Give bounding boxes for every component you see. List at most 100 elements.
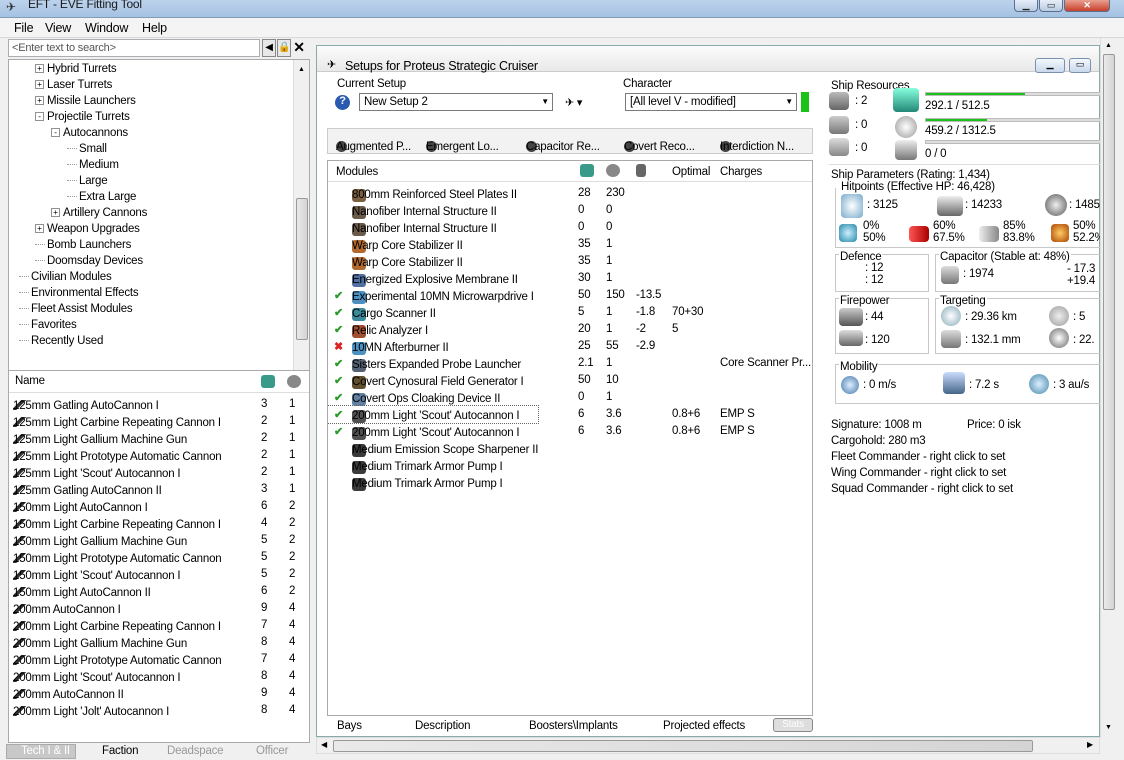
- menu-view[interactable]: View: [45, 21, 71, 35]
- module-row[interactable]: ✔ 200mm Light 'Scout' Autocannon I 6 3.6 0.8…: [328, 423, 812, 440]
- charges-column-header[interactable]: Charges: [720, 166, 762, 178]
- tree-item[interactable]: Extra Large: [67, 191, 136, 203]
- tree-item[interactable]: + Artillery Cannons: [51, 207, 147, 219]
- tree-scrollbar[interactable]: ▲ ▼: [293, 60, 309, 395]
- offline-x-icon[interactable]: ✖: [334, 340, 343, 353]
- module-row[interactable]: 800mm Reinforced Steel Plates II 28 230: [328, 185, 812, 202]
- close-button[interactable]: ✕: [1064, 0, 1110, 12]
- minimize-setup-button[interactable]: ▁: [1035, 58, 1065, 73]
- setup-options-icon[interactable]: ✈ ▾: [565, 96, 582, 109]
- lock-icon[interactable]: 🔒: [277, 39, 291, 57]
- tree-item[interactable]: Environmental Effects: [19, 287, 139, 299]
- setup-select[interactable]: New Setup 2 ▼: [359, 93, 553, 111]
- tab-tech[interactable]: Tech I & II: [6, 744, 76, 759]
- search-nav-icon[interactable]: ◀: [262, 39, 276, 57]
- cpu-column-icon[interactable]: [261, 375, 278, 389]
- clear-search-icon[interactable]: ✕: [292, 39, 306, 57]
- menu-file[interactable]: File: [14, 21, 34, 35]
- cpu-column-icon[interactable]: [580, 164, 597, 178]
- wing-commander[interactable]: Wing Commander - right click to set: [831, 467, 1006, 479]
- squad-commander[interactable]: Squad Commander - right click to set: [831, 483, 1013, 495]
- module-row[interactable]: ✔ Sisters Expanded Probe Launcher 2.1 1 Core…: [328, 355, 812, 372]
- expand-icon[interactable]: +: [51, 208, 60, 217]
- minimize-button[interactable]: ▁: [1014, 0, 1038, 12]
- tree-item[interactable]: + Hybrid Turrets: [35, 63, 117, 75]
- expand-icon[interactable]: +: [35, 224, 44, 233]
- tree-item[interactable]: Medium: [67, 159, 119, 171]
- main-horizontal-scrollbar[interactable]: ◀ ▶: [316, 737, 1100, 754]
- modules-column-header[interactable]: Modules: [336, 166, 378, 178]
- powergrid-column-icon[interactable]: [287, 375, 304, 389]
- maximize-button[interactable]: ▭: [1039, 0, 1063, 12]
- module-row[interactable]: ✔ 200mm Light 'Scout' Autocannon I 6 3.6 0.8…: [328, 405, 755, 424]
- list-item[interactable]: 125mm Light Carbine Repeating Cannon I 2 1: [9, 413, 309, 430]
- online-check-icon[interactable]: ✔: [334, 408, 343, 421]
- online-check-icon[interactable]: ✔: [334, 306, 343, 319]
- tree-item[interactable]: + Weapon Upgrades: [35, 223, 140, 235]
- list-item[interactable]: 150mm Light AutoCannon II 6 2: [9, 583, 309, 600]
- tree-item[interactable]: Bomb Launchers: [35, 239, 131, 251]
- module-row[interactable]: Warp Core Stabilizer II 35 1: [328, 253, 812, 270]
- module-row[interactable]: ✔ Relic Analyzer I 20 1 -2 5: [328, 321, 812, 338]
- module-row[interactable]: ✔ Cargo Scanner II 5 1 -1.8 70+30: [328, 304, 812, 321]
- tree-item[interactable]: Recently Used: [19, 335, 103, 347]
- tree-item[interactable]: + Laser Turrets: [35, 79, 112, 91]
- help-icon[interactable]: ?: [335, 95, 350, 110]
- tab-description[interactable]: Description: [415, 720, 471, 732]
- online-check-icon[interactable]: ✔: [334, 323, 343, 336]
- module-row[interactable]: ✖ 10MN Afterburner II 25 55 -2.9: [328, 338, 812, 355]
- restore-setup-button[interactable]: ▭: [1069, 58, 1091, 73]
- horizontal-scroll-thumb[interactable]: [333, 740, 1033, 752]
- tree-item[interactable]: + Missile Launchers: [35, 95, 136, 107]
- module-row[interactable]: Warp Core Stabilizer II 35 1: [328, 236, 812, 253]
- tree-item[interactable]: Civilian Modules: [19, 271, 112, 283]
- list-item[interactable]: 125mm Light Gallium Machine Gun 2 1: [9, 430, 309, 447]
- expand-icon[interactable]: +: [35, 64, 44, 73]
- tree-scroll-thumb[interactable]: [296, 198, 308, 340]
- collapse-icon[interactable]: -: [51, 128, 60, 137]
- fleet-commander[interactable]: Fleet Commander - right click to set: [831, 451, 1006, 463]
- list-item[interactable]: 200mm Light Prototype Automatic Cannon 7 4: [9, 651, 309, 668]
- module-row[interactable]: Medium Trimark Armor Pump I: [328, 474, 812, 491]
- module-row[interactable]: Nanofiber Internal Structure II 0 0: [328, 219, 812, 236]
- module-row[interactable]: ✔ Experimental 10MN Microwarpdrive I 50 150…: [328, 287, 812, 304]
- online-check-icon[interactable]: ✔: [334, 391, 343, 404]
- tab-stats[interactable]: Stats: [773, 718, 813, 732]
- main-scroll-thumb[interactable]: [1103, 54, 1115, 610]
- tab-deadspace[interactable]: Deadspace: [167, 745, 224, 757]
- list-item[interactable]: 200mm Light Carbine Repeating Cannon I 7 4: [9, 617, 309, 634]
- tab-bays[interactable]: Bays: [337, 720, 362, 732]
- list-item[interactable]: 150mm Light Gallium Machine Gun 5 2: [9, 532, 309, 549]
- module-row[interactable]: Medium Emission Scope Sharpener II: [328, 440, 812, 457]
- module-row[interactable]: Nanofiber Internal Structure II 0 0: [328, 202, 812, 219]
- tree-item[interactable]: Small: [67, 143, 107, 155]
- list-item[interactable]: 125mm Light Prototype Automatic Cannon 2 1: [9, 447, 309, 464]
- expand-icon[interactable]: +: [35, 80, 44, 89]
- powergrid-column-icon[interactable]: [606, 164, 623, 178]
- list-item[interactable]: 150mm Light 'Scout' Autocannon I 5 2: [9, 566, 309, 583]
- online-check-icon[interactable]: ✔: [334, 374, 343, 387]
- list-item[interactable]: 200mm Light Gallium Machine Gun 8 4: [9, 634, 309, 651]
- list-item[interactable]: 200mm AutoCannon II 9 4: [9, 685, 309, 702]
- tree-item[interactable]: Doomsday Devices: [35, 255, 143, 267]
- online-check-icon[interactable]: ✔: [334, 357, 343, 370]
- list-item[interactable]: 200mm Light 'Jolt' Autocannon I 8 4: [9, 702, 309, 719]
- search-input[interactable]: <Enter text to search>: [8, 39, 260, 57]
- list-item[interactable]: 125mm Gatling AutoCannon I 3 1: [9, 396, 309, 413]
- menu-help[interactable]: Help: [142, 21, 167, 35]
- list-item[interactable]: 125mm Light 'Scout' Autocannon I 2 1: [9, 464, 309, 481]
- name-column-header[interactable]: Name: [15, 375, 45, 387]
- list-item[interactable]: 150mm Light Carbine Repeating Cannon I 4 2: [9, 515, 309, 532]
- expand-icon[interactable]: +: [35, 96, 44, 105]
- main-vertical-scrollbar[interactable]: ▲ ▼: [1100, 38, 1116, 738]
- tree-item[interactable]: - Autocannons: [51, 127, 128, 139]
- list-item[interactable]: 200mm AutoCannon I 9 4: [9, 600, 309, 617]
- list-item[interactable]: 125mm Gatling AutoCannon II 3 1: [9, 481, 309, 498]
- list-item[interactable]: 150mm Light Prototype Automatic Cannon 5 2: [9, 549, 309, 566]
- tab-faction[interactable]: Faction: [102, 745, 139, 757]
- module-row[interactable]: ✔ Covert Cynosural Field Generator I 50 10: [328, 372, 812, 389]
- character-select[interactable]: [All level V - modified] ▼: [625, 93, 797, 111]
- online-check-icon[interactable]: ✔: [334, 289, 343, 302]
- module-row[interactable]: Medium Trimark Armor Pump I: [328, 457, 812, 474]
- tree-item[interactable]: - Projectile Turrets: [35, 111, 130, 123]
